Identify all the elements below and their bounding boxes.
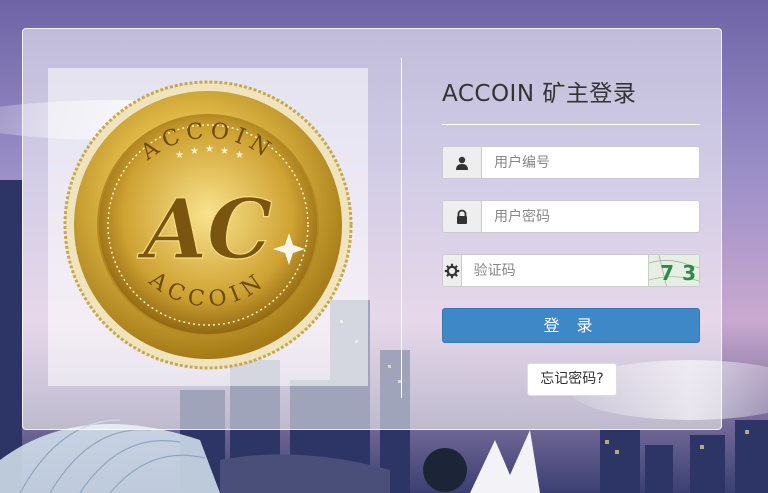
svg-text:★: ★: [235, 150, 244, 161]
panel-divider: [401, 58, 402, 398]
captcha-field: 7354: [442, 254, 700, 287]
username-input[interactable]: [482, 147, 699, 178]
login-button[interactable]: 登 录: [442, 308, 700, 343]
captcha-image[interactable]: 7354: [647, 255, 699, 286]
captcha-code-text: 7354: [660, 261, 699, 285]
login-title: ACCOIN 矿主登录: [442, 81, 637, 107]
svg-text:★: ★: [220, 146, 229, 157]
svg-text:★: ★: [190, 146, 199, 157]
username-field: [442, 146, 700, 179]
password-input[interactable]: [482, 201, 699, 232]
gear-icon: [443, 255, 462, 286]
lock-icon: [443, 201, 482, 232]
user-icon: [443, 147, 482, 178]
captcha-input[interactable]: [461, 255, 648, 286]
password-field: [442, 200, 700, 233]
svg-text:★: ★: [175, 150, 184, 161]
title-divider: [442, 124, 700, 125]
accoin-logo: ACCOIN ACCOIN ★ ★ ★ ★ ★ AC: [63, 80, 353, 370]
svg-text:★: ★: [205, 144, 214, 155]
forgot-password-button[interactable]: 忘记密码?: [527, 363, 617, 396]
coin-center-text: AC: [137, 182, 273, 278]
